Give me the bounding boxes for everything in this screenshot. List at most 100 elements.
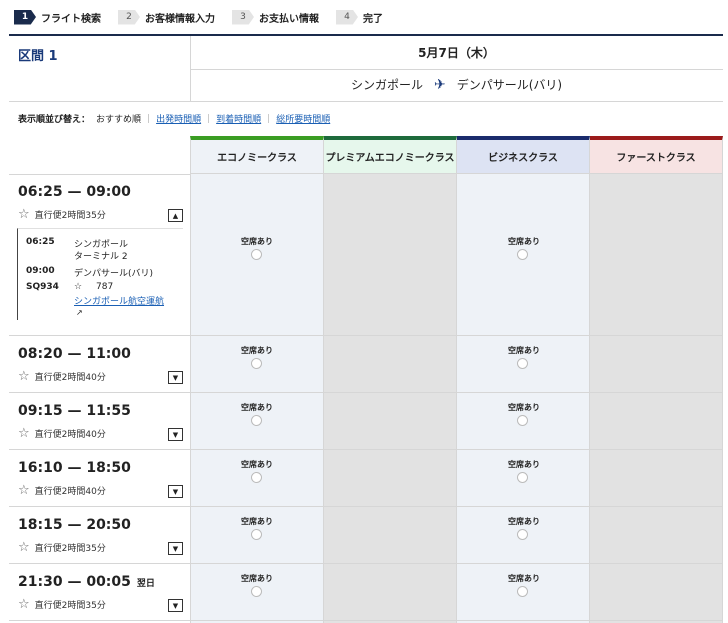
row-divider xyxy=(9,563,723,564)
step-divider xyxy=(9,34,723,36)
row-divider xyxy=(9,620,723,621)
availability-label: 空席あり xyxy=(508,517,540,526)
departure-time: 18:15 xyxy=(18,517,63,533)
fare-radio-economy[interactable] xyxy=(251,358,262,369)
expand-toggle-button[interactable]: ▼ xyxy=(168,542,183,555)
availability-label: 空席あり xyxy=(241,517,273,526)
fare-radio-business[interactable] xyxy=(517,249,528,260)
expand-toggle-button[interactable]: ▼ xyxy=(168,371,183,384)
premium-economy-column xyxy=(324,174,457,623)
arrival-time: 00:05 xyxy=(86,574,131,590)
arrival-time: 20:50 xyxy=(86,517,131,533)
availability-label: 空席あり xyxy=(508,346,540,355)
departure-time: 21:30 xyxy=(18,574,63,590)
step-number: 1 xyxy=(14,9,36,25)
divider xyxy=(9,101,723,102)
step-label: お支払い情報 xyxy=(259,13,319,25)
flight-time: 09:15 — 11:55 xyxy=(18,403,131,419)
flight-duration: ☆ 直行便2時間35分 xyxy=(18,207,106,222)
departure-time: 16:10 xyxy=(18,460,63,476)
class-header-premium-economy[interactable]: プレミアムエコノミークラス xyxy=(324,136,457,174)
availability-label: 空席あり xyxy=(241,403,273,412)
star-alliance-icon: ☆ xyxy=(74,282,83,292)
detail-arrival-airport: デンパサール(バリ) xyxy=(74,269,154,279)
class-header-economy[interactable]: エコノミークラス xyxy=(190,136,324,174)
departure-time: 09:15 xyxy=(18,403,63,419)
step-label: お客様情報入力 xyxy=(145,13,215,25)
detail-aircraft: 787 xyxy=(96,282,114,292)
row-divider xyxy=(9,506,723,507)
flight-duration: ☆ 直行便2時間35分 xyxy=(18,597,106,612)
arrival-time: 11:55 xyxy=(86,403,131,419)
availability-label: 空席あり xyxy=(508,403,540,412)
row-divider xyxy=(9,392,723,393)
step-flight-search: 1 フライト検索 xyxy=(14,9,101,25)
fare-radio-business[interactable] xyxy=(517,586,528,597)
duration-text: 直行便2時間40分 xyxy=(34,430,106,440)
fare-radio-economy[interactable] xyxy=(251,529,262,540)
star-alliance-icon: ☆ xyxy=(18,597,30,612)
star-alliance-icon: ☆ xyxy=(18,207,30,222)
expand-toggle-button[interactable]: ▼ xyxy=(168,428,183,441)
fare-radio-economy[interactable] xyxy=(251,249,262,260)
fare-radio-economy[interactable] xyxy=(251,472,262,483)
fare-radio-economy[interactable] xyxy=(251,415,262,426)
flight-time: 08:20 — 11:00 xyxy=(18,346,131,362)
progress-steps: 1 フライト検索 2 お客様情報入力 3 お支払い情報 4 完了 xyxy=(14,9,400,25)
detail-departure-time: 06:25 xyxy=(26,237,55,247)
star-alliance-icon: ☆ xyxy=(18,540,30,555)
availability-label: 空席あり xyxy=(508,460,540,469)
step-number: 4 xyxy=(336,9,358,25)
flight-time: 16:10 — 18:50 xyxy=(18,460,131,476)
sort-label: 表示順並び替え： xyxy=(18,115,91,125)
separator: | xyxy=(267,113,271,124)
flight-duration: ☆ 直行便2時間35分 xyxy=(18,540,106,555)
destination-city: デンパサール(バリ) xyxy=(456,78,563,92)
divider xyxy=(190,69,723,70)
duration-text: 直行便2時間40分 xyxy=(34,487,106,497)
airplane-icon: ✈ xyxy=(433,76,446,93)
row-divider xyxy=(9,449,723,450)
sort-by-arrival-link[interactable]: 到着時間順 xyxy=(216,112,261,125)
fare-radio-business[interactable] xyxy=(517,529,528,540)
sort-by-departure-link[interactable]: 出発時間順 xyxy=(156,112,201,125)
fare-radio-business[interactable] xyxy=(517,415,528,426)
flight-duration: ☆ 直行便2時間40分 xyxy=(18,369,106,384)
arrival-time: 11:00 xyxy=(86,346,131,362)
step-payment: 3 お支払い情報 xyxy=(232,9,319,25)
duration-text: 直行便2時間35分 xyxy=(34,211,106,221)
carrier-link[interactable]: シンガポール航空運航 xyxy=(74,294,164,307)
detail-arrival-time: 09:00 xyxy=(26,266,55,276)
availability-label: 空席あり xyxy=(241,346,273,355)
separator: | xyxy=(147,113,151,124)
step-customer-info: 2 お客様情報入力 xyxy=(118,9,215,25)
fare-radio-economy[interactable] xyxy=(251,586,262,597)
arrival-time: 09:00 xyxy=(86,184,131,200)
fare-radio-business[interactable] xyxy=(517,472,528,483)
expand-toggle-button[interactable]: ▼ xyxy=(168,599,183,612)
segment-label: 区間 1 xyxy=(18,49,58,64)
detail-flight-number: SQ934 xyxy=(26,282,59,292)
origin-city: シンガポール xyxy=(350,78,423,92)
availability-label: 空席あり xyxy=(241,574,273,583)
expand-toggle-button[interactable]: ▼ xyxy=(168,485,183,498)
sort-by-duration-link[interactable]: 総所要時間順 xyxy=(276,112,330,125)
flight-duration: ☆ 直行便2時間40分 xyxy=(18,483,106,498)
detail-terminal: ターミナル 2 xyxy=(74,252,128,262)
collapse-toggle-button[interactable]: ▲ xyxy=(168,209,183,222)
availability-label: 空席あり xyxy=(508,574,540,583)
availability-label: 空席あり xyxy=(241,237,273,246)
star-alliance-icon: ☆ xyxy=(18,483,30,498)
flight-time: 06:25 — 09:00 xyxy=(18,184,131,200)
step-complete: 4 完了 xyxy=(336,9,383,25)
segment-route: シンガポール ✈ デンパサール(バリ) xyxy=(190,76,723,93)
class-header-business[interactable]: ビジネスクラス xyxy=(457,136,590,174)
divider xyxy=(9,174,190,175)
step-number: 3 xyxy=(232,9,254,25)
sort-current: おすすめ順 xyxy=(96,115,142,125)
fare-radio-business[interactable] xyxy=(517,358,528,369)
class-header-first[interactable]: ファーストクラス xyxy=(590,136,723,174)
step-label: フライト検索 xyxy=(41,13,101,25)
duration-text: 直行便2時間40分 xyxy=(34,373,106,383)
step-number: 2 xyxy=(118,9,140,25)
